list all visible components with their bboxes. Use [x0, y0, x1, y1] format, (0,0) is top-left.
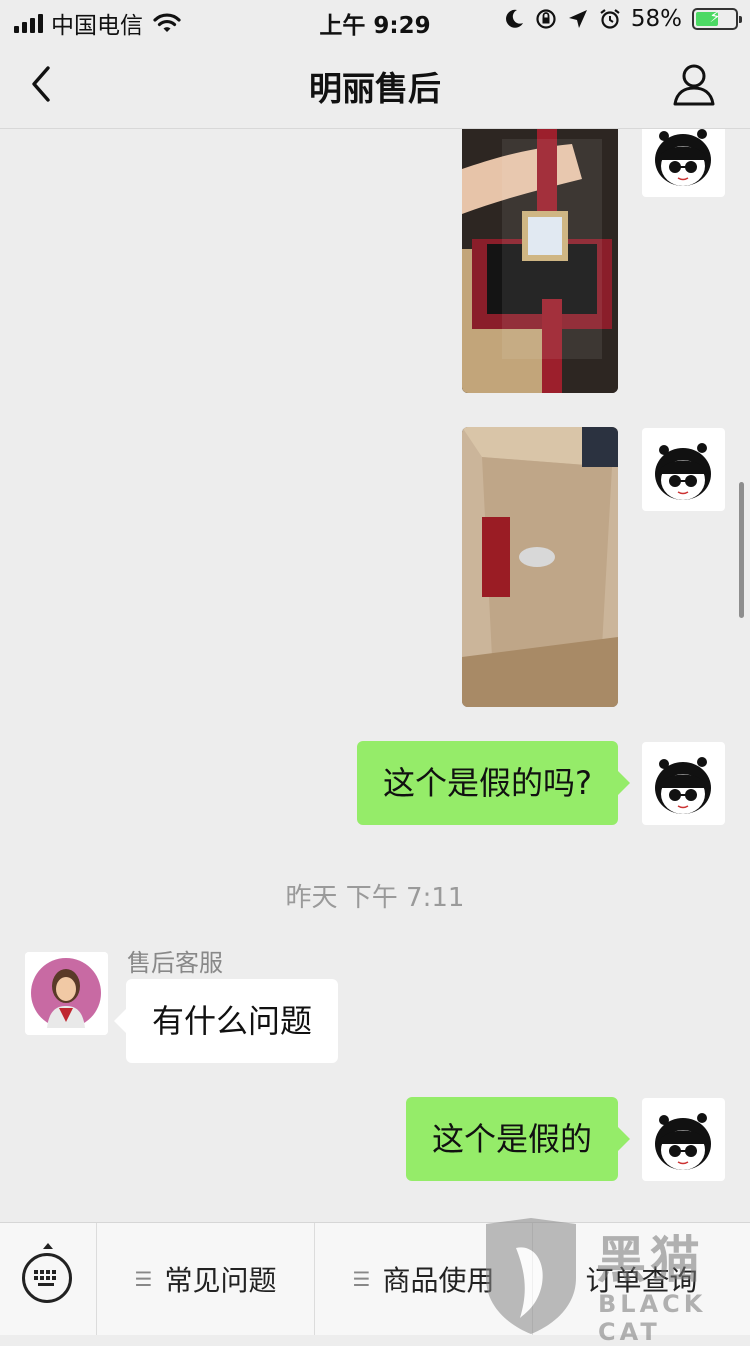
cartoon-avatar [655, 1113, 711, 1170]
image-message[interactable] [462, 129, 618, 393]
menu-order-query-label: 订单查询 [585, 1264, 698, 1297]
my-avatar[interactable] [642, 428, 725, 511]
sender-name: 售后客服 [127, 949, 223, 977]
cartoon-avatar [655, 443, 711, 500]
my-avatar[interactable] [642, 129, 725, 197]
navigation-bar: 明丽售后 [0, 40, 750, 129]
menu-faq-label: 常见问题 [164, 1264, 277, 1297]
menu-faq[interactable]: ☰ 常见问题 [97, 1223, 315, 1335]
caret-up-icon [43, 1243, 53, 1249]
watch-photo [462, 129, 618, 393]
user-profile-icon[interactable] [672, 62, 716, 106]
battery-icon: ⚡ [692, 7, 742, 30]
chat-scrollbar[interactable] [739, 482, 744, 618]
menu-lines-icon: ☰ [352, 1267, 371, 1291]
agent-text-bubble[interactable]: 有什么问题 [113, 979, 339, 1063]
battery-percent: 58% [630, 6, 682, 32]
menu-lines-icon: ☰ [134, 1267, 153, 1291]
message-timestamp: 昨天 下午 7:11 [285, 883, 465, 913]
service-menu-bar: ☰ 常见问题 ☰ 商品使用 订单查询 [0, 1222, 750, 1335]
cartoon-avatar [655, 757, 711, 814]
service-agent-avatar[interactable] [25, 952, 108, 1035]
cartoon-avatar [655, 129, 711, 186]
charging-bolt-icon: ⚡ [709, 7, 721, 26]
keyboard-icon [22, 1253, 72, 1303]
orientation-lock-icon [536, 9, 556, 29]
my-text-bubble[interactable]: 这个是假的吗? [357, 741, 630, 825]
location-arrow-icon [568, 10, 587, 28]
status-bar: 中国电信 上午 9:29 58% ⚡ [0, 0, 750, 40]
agent-avatar-image [25, 952, 108, 1035]
image-message[interactable] [462, 427, 618, 707]
box-photo [462, 427, 618, 707]
alarm-icon [600, 9, 620, 29]
keyboard-toggle-button[interactable] [0, 1223, 97, 1335]
chat-title: 明丽售后 [309, 69, 441, 108]
menu-product-usage[interactable]: ☰ 商品使用 [315, 1223, 533, 1335]
my-text-bubble[interactable]: 这个是假的 [405, 1097, 631, 1181]
moon-icon [505, 9, 523, 28]
my-avatar[interactable] [642, 742, 725, 825]
menu-order-query[interactable]: 订单查询 [533, 1223, 750, 1335]
menu-product-usage-label: 商品使用 [382, 1264, 495, 1297]
my-avatar[interactable] [642, 1098, 725, 1181]
chat-area[interactable]: 这个是假的吗? 昨天 下午 7:11 售后客服 有什么问题 这个是假的 [0, 129, 750, 1222]
